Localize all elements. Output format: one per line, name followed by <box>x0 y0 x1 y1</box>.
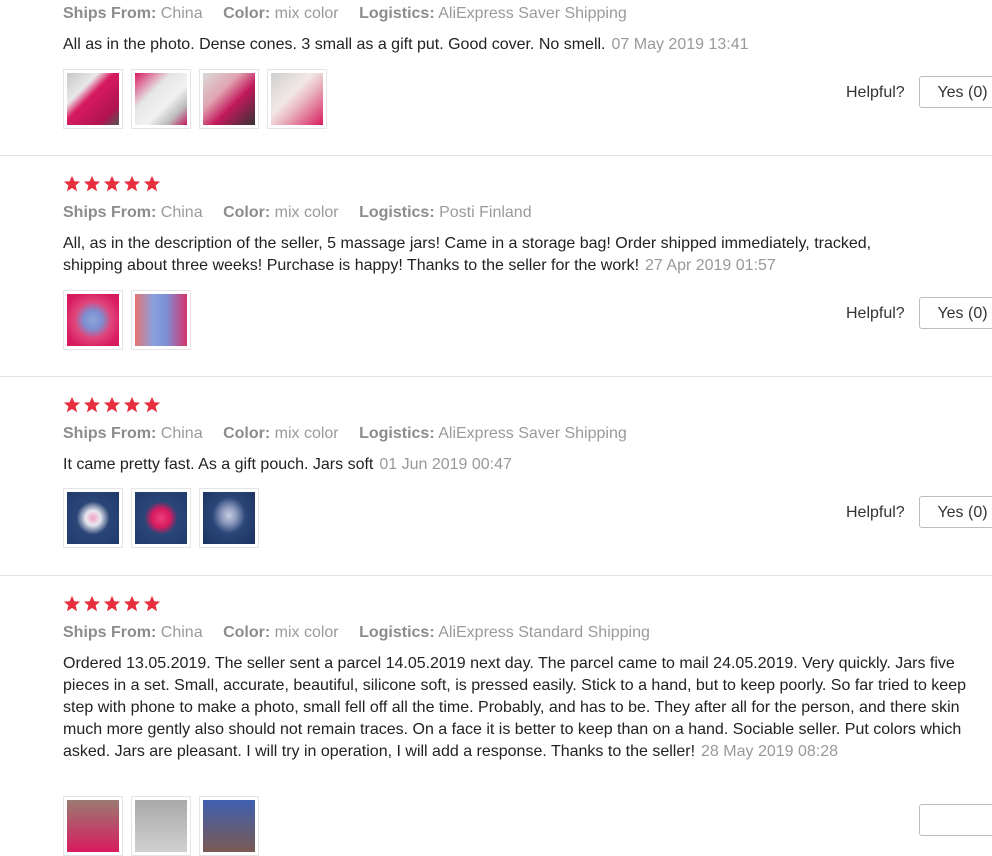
star-rating <box>63 595 161 615</box>
color-label: Color: <box>223 624 271 641</box>
review-text: All as in the photo. Dense cones. 3 smal… <box>63 34 963 56</box>
parcel-on-jeans-photo <box>67 492 119 544</box>
blue-jars-upright-photo <box>135 294 187 346</box>
review-meta: Ships From: China Color: mix color Logis… <box>63 204 548 222</box>
review-photo-thumb[interactable] <box>199 69 259 129</box>
clear-cups-photo <box>271 73 323 125</box>
review-date: 27 Apr 2019 01:57 <box>645 257 776 274</box>
review-photos <box>63 290 191 350</box>
star-icon <box>143 175 161 192</box>
helpful-yes-button[interactable]: Yes (0) <box>919 76 992 108</box>
review-photo-thumb[interactable] <box>63 69 123 129</box>
jars-on-jeans-photo <box>203 492 255 544</box>
jars-in-hand-photo <box>203 73 255 125</box>
review-photo-thumb[interactable] <box>131 290 191 350</box>
logistics-value: AliExpress Standard Shipping <box>438 624 650 641</box>
color-label: Color: <box>223 204 271 221</box>
ships-from-label: Ships From: <box>63 425 157 442</box>
clear-jars-photo <box>135 73 187 125</box>
review-photo-thumb[interactable] <box>63 796 123 856</box>
star-icon <box>103 595 121 612</box>
star-icon <box>83 595 101 612</box>
review-item: Ships From: China Color: mix color Logis… <box>0 576 992 856</box>
logistics-label: Logistics: <box>359 624 435 641</box>
logistics-label: Logistics: <box>359 425 435 442</box>
star-icon <box>143 595 161 612</box>
logistics-value: AliExpress Saver Shipping <box>438 5 627 22</box>
star-rating <box>63 175 161 195</box>
star-icon <box>63 175 81 192</box>
logistics-value: Posti Finland <box>439 204 532 221</box>
pink-pouch-on-jeans-photo <box>135 492 187 544</box>
star-icon <box>63 396 81 413</box>
color-value: mix color <box>274 624 339 641</box>
logistics-label: Logistics: <box>359 204 435 221</box>
review-date: 07 May 2019 13:41 <box>611 36 749 53</box>
helpful-yes-button[interactable]: Yes (0) <box>919 496 992 528</box>
review-photo-thumb[interactable] <box>199 488 259 548</box>
star-icon <box>103 396 121 413</box>
pink-bag-photo <box>67 73 119 125</box>
ships-from-value: China <box>160 425 203 442</box>
review-item: Ships From: China Color: mix color Logis… <box>0 377 992 575</box>
review-text: Ordered 13.05.2019. The seller sent a pa… <box>63 653 968 763</box>
helpful-yes-button[interactable]: Yes (0) <box>919 297 992 329</box>
color-value: mix color <box>274 204 339 221</box>
star-rating <box>63 396 161 416</box>
blue-jar-photo <box>203 800 255 852</box>
color-value: mix color <box>274 5 339 22</box>
review-photos <box>63 69 327 129</box>
star-icon <box>143 396 161 413</box>
ships-from-label: Ships From: <box>63 5 157 22</box>
grey-jar-photo <box>135 800 187 852</box>
star-icon <box>83 175 101 192</box>
helpful-label: Helpful? <box>846 84 905 101</box>
review-date: 28 May 2019 08:28 <box>701 743 839 760</box>
review-meta: Ships From: China Color: mix color Logis… <box>63 5 643 23</box>
helpful-label: Helpful? <box>846 305 905 322</box>
review-date: 01 Jun 2019 00:47 <box>379 456 512 473</box>
ships-from-label: Ships From: <box>63 204 157 221</box>
review-meta: Ships From: China Color: mix color Logis… <box>63 624 666 642</box>
ships-from-value: China <box>160 204 203 221</box>
review-photo-thumb[interactable] <box>131 69 191 129</box>
review-meta: Ships From: China Color: mix color Logis… <box>63 425 643 443</box>
color-label: Color: <box>223 5 271 22</box>
review-item: Ships From: China Color: mix color Logis… <box>0 156 992 376</box>
logistics-value: AliExpress Saver Shipping <box>438 425 627 442</box>
review-photo-thumb[interactable] <box>267 69 327 129</box>
review-photos <box>63 796 259 856</box>
ships-from-value: China <box>160 624 203 641</box>
star-icon <box>123 175 141 192</box>
review-body: All as in the photo. Dense cones. 3 smal… <box>63 36 606 53</box>
star-icon <box>103 175 121 192</box>
star-icon <box>123 595 141 612</box>
color-label: Color: <box>223 425 271 442</box>
pink-jar-photo <box>67 800 119 852</box>
color-value: mix color <box>274 425 339 442</box>
star-icon <box>83 396 101 413</box>
ships-from-value: China <box>160 5 203 22</box>
logistics-label: Logistics: <box>359 5 435 22</box>
review-text: All, as in the description of the seller… <box>63 233 933 277</box>
helpful-yes-button[interactable] <box>919 804 992 836</box>
review-photo-thumb[interactable] <box>131 488 191 548</box>
review-photo-thumb[interactable] <box>199 796 259 856</box>
review-photo-thumb[interactable] <box>63 290 123 350</box>
helpful-label: Helpful? <box>846 504 905 521</box>
review-body: It came pretty fast. As a gift pouch. Ja… <box>63 456 374 473</box>
star-icon <box>63 595 81 612</box>
blue-jars-on-pink-bag-photo <box>67 294 119 346</box>
review-photos <box>63 488 259 548</box>
ships-from-label: Ships From: <box>63 624 157 641</box>
review-photo-thumb[interactable] <box>63 488 123 548</box>
review-item: Ships From: China Color: mix color Logis… <box>0 0 992 155</box>
review-photo-thumb[interactable] <box>131 796 191 856</box>
star-icon <box>123 396 141 413</box>
review-text: It came pretty fast. As a gift pouch. Ja… <box>63 454 963 476</box>
